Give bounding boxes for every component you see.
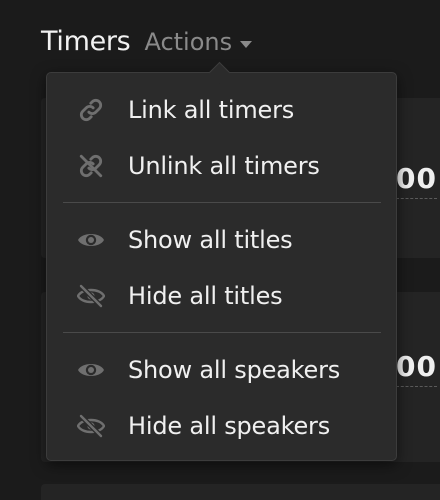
caret-down-icon <box>240 40 253 48</box>
eye-icon <box>77 356 105 384</box>
menu-item-show-all-speakers[interactable]: Show all speakers <box>47 344 396 396</box>
eye-icon <box>77 226 105 254</box>
menu-item-label: Hide all titles <box>128 282 283 310</box>
menu-item-label: Show all titles <box>128 226 293 254</box>
menu-item-label: Unlink all timers <box>128 152 320 180</box>
actions-dropdown-button[interactable]: Actions <box>144 28 253 56</box>
unlink-icon <box>77 152 105 180</box>
page-title: Timers <box>41 26 131 57</box>
menu-item-label: Link all timers <box>128 96 295 124</box>
timers-page: 00 00 Timers Actions Link all timers Unl… <box>0 0 440 500</box>
menu-item-hide-all-speakers[interactable]: Hide all speakers <box>47 400 396 452</box>
page-header: Timers Actions <box>41 26 253 57</box>
eye-off-icon <box>77 282 105 310</box>
actions-label: Actions <box>144 28 233 56</box>
menu-item-link-all-timers[interactable]: Link all timers <box>47 84 396 136</box>
menu-divider <box>63 332 381 333</box>
eye-off-icon <box>77 412 105 440</box>
timer-card[interactable] <box>41 484 440 500</box>
menu-pointer <box>208 61 231 84</box>
timer-value[interactable]: 00 <box>396 350 437 387</box>
menu-item-unlink-all-timers[interactable]: Unlink all timers <box>47 140 396 192</box>
actions-menu: Link all timers Unlink all timers Show a… <box>46 61 397 461</box>
menu-divider <box>63 202 381 203</box>
menu-item-label: Show all speakers <box>128 356 341 384</box>
menu-item-hide-all-titles[interactable]: Hide all titles <box>47 270 396 322</box>
link-icon <box>77 96 105 124</box>
menu-item-show-all-titles[interactable]: Show all titles <box>47 214 396 266</box>
timer-value[interactable]: 00 <box>396 162 437 199</box>
menu-item-label: Hide all speakers <box>128 412 331 440</box>
